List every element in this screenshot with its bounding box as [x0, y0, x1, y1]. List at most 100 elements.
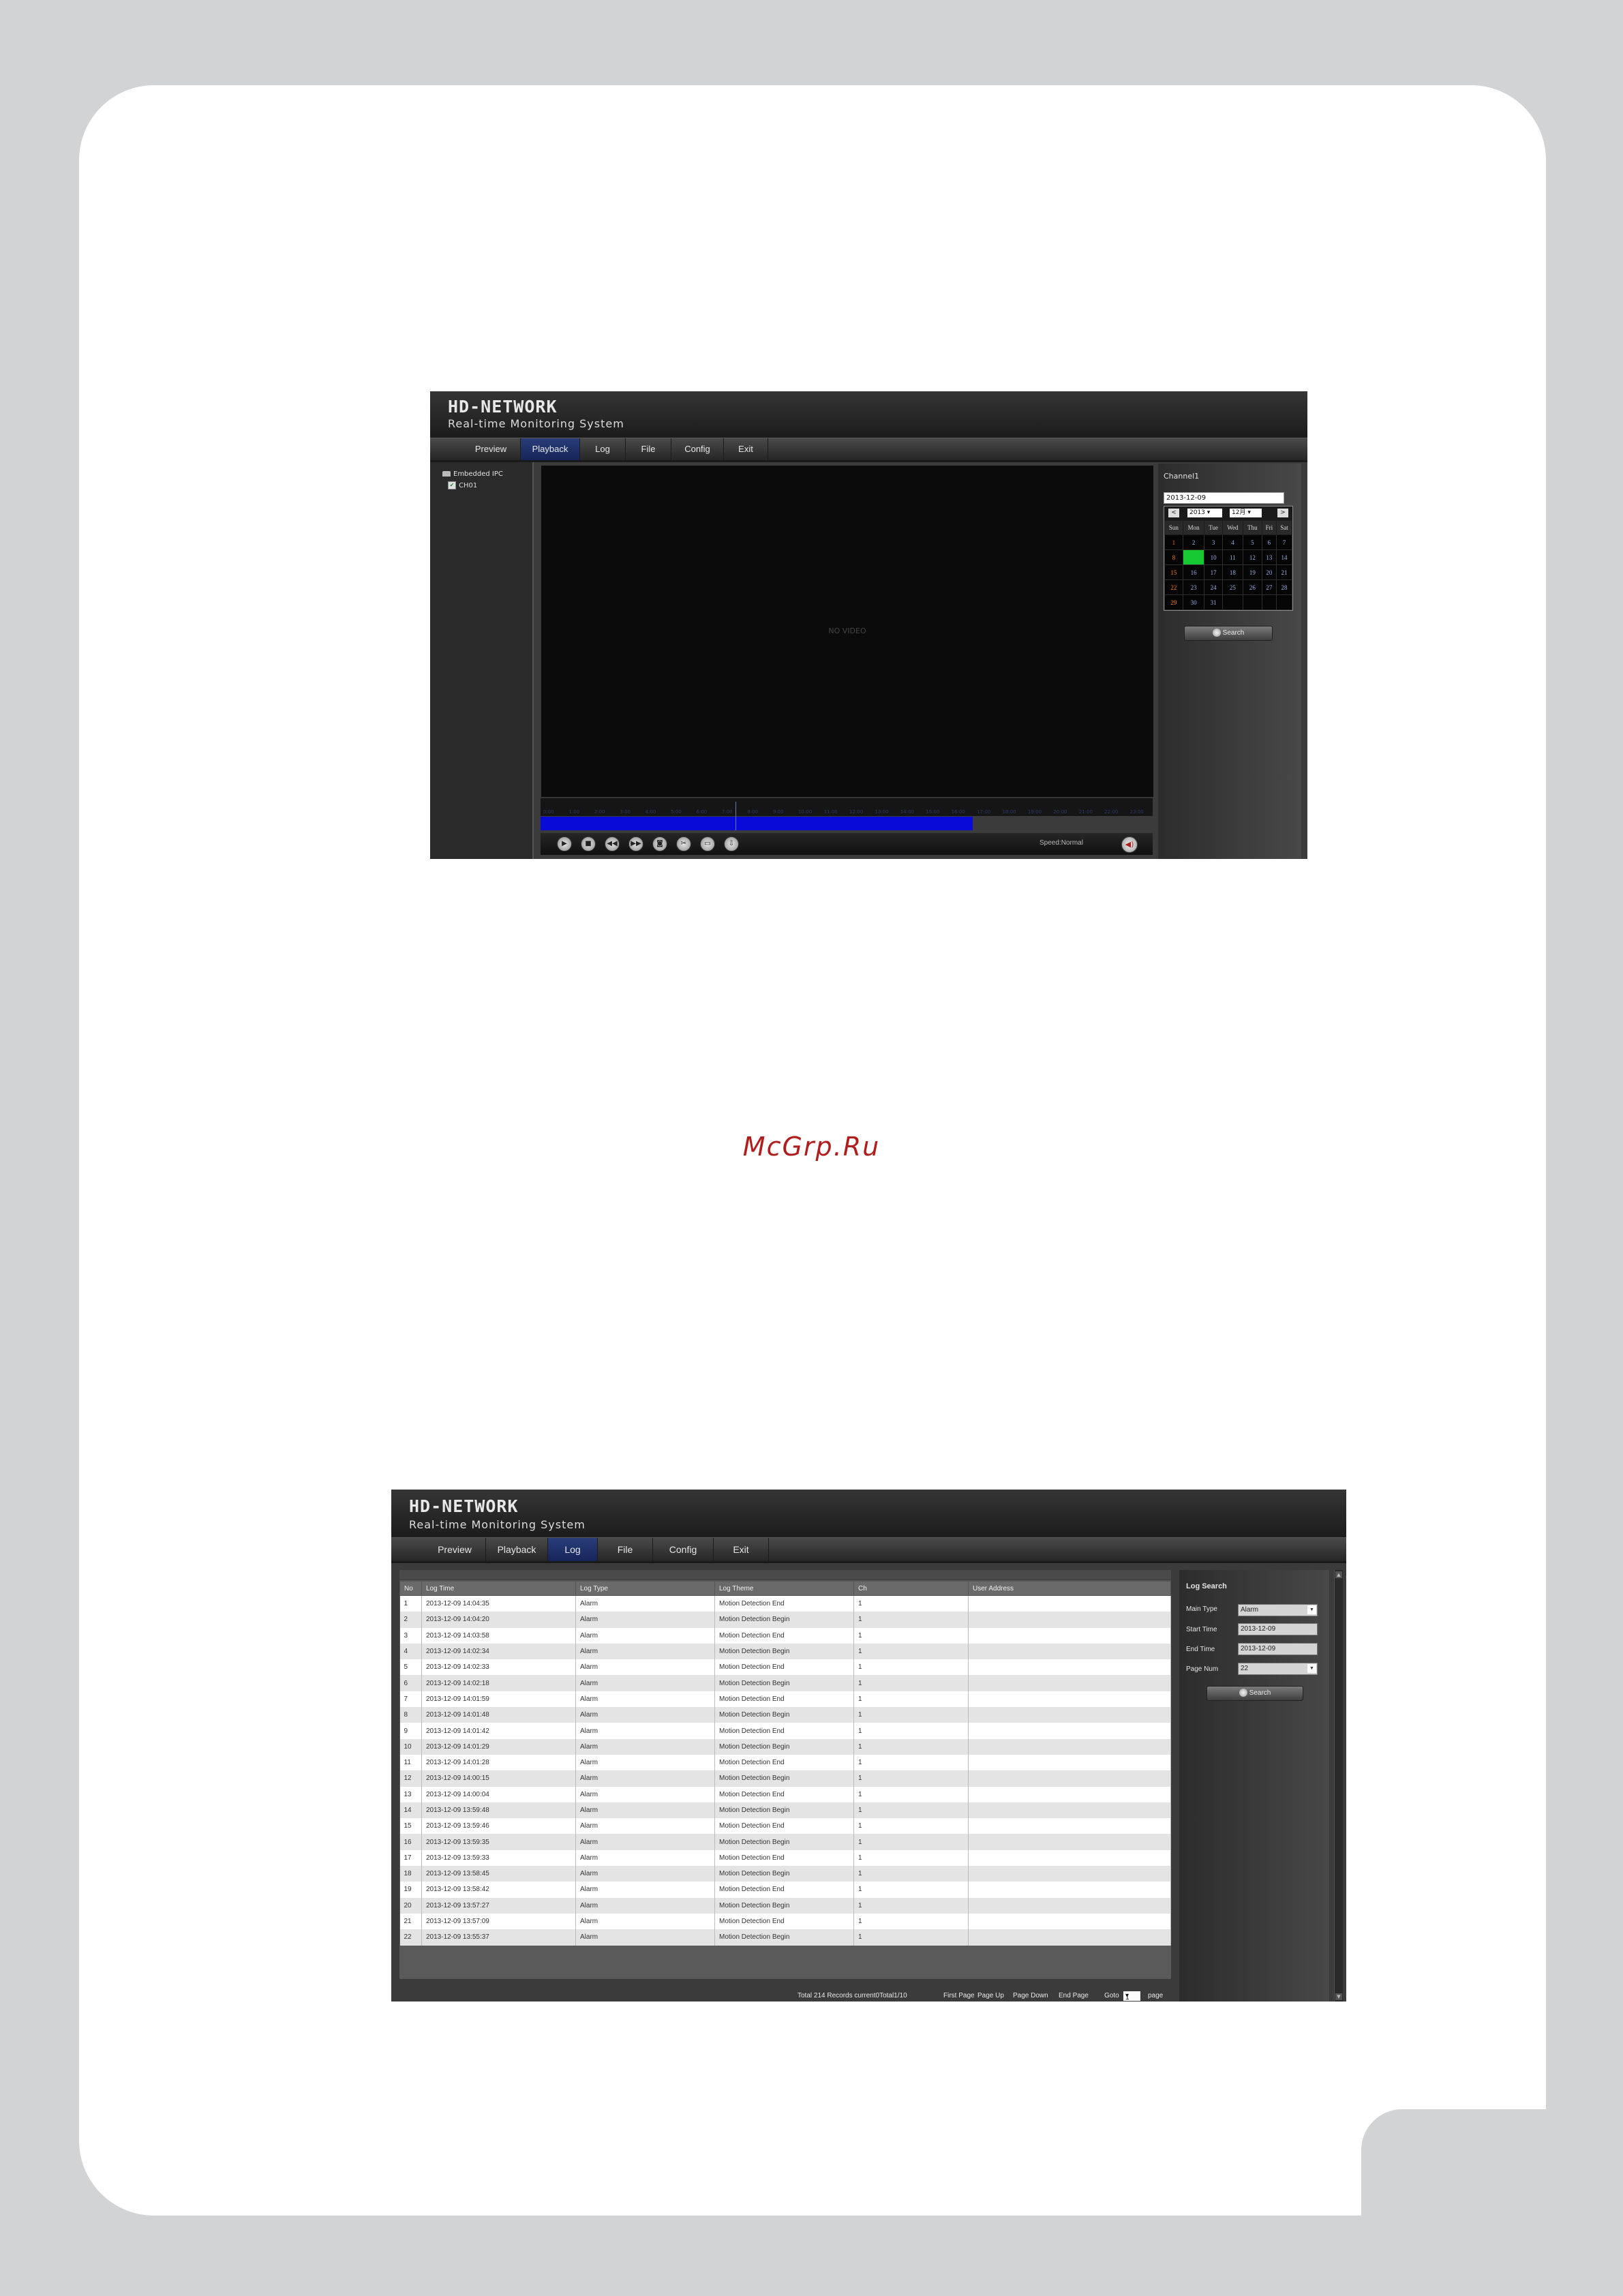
tab-log[interactable]: Log: [580, 438, 626, 460]
year-select[interactable]: 2013 ▾: [1187, 509, 1222, 517]
calendar-day[interactable]: 2: [1182, 534, 1205, 550]
recording-bar[interactable]: [541, 802, 973, 830]
rewind-icon[interactable]: ◀◀: [605, 836, 620, 851]
goto-select[interactable]: 1 ▾: [1123, 1991, 1140, 2002]
main-type-select[interactable]: Alarm ▼: [1238, 1604, 1318, 1616]
calendar-day[interactable]: 21: [1276, 564, 1292, 580]
table-row[interactable]: 20 2013-12-09 13:57:27 Alarm Motion Detecti…: [399, 1897, 1171, 1914]
prev-month-button[interactable]: <: [1168, 509, 1179, 517]
download-icon[interactable]: ⇩: [724, 836, 739, 851]
tab-config[interactable]: Config: [653, 1538, 714, 1561]
tab-preview[interactable]: Preview: [424, 1538, 486, 1561]
column-header[interactable]: Log Type: [575, 1581, 715, 1596]
volume-icon[interactable]: ◀): [1121, 836, 1138, 853]
page-up-link[interactable]: Page Up: [977, 1992, 1004, 1999]
table-row[interactable]: 11 2013-12-09 14:01:28 Alarm Motion Detecti…: [399, 1754, 1171, 1771]
timeline-scale[interactable]: 0:00 1:00 2:00 3:00 4:00 5:00 6:00 7:00 8:00 9:00…: [541, 798, 1153, 816]
column-header[interactable]: Ch: [853, 1581, 969, 1596]
timeline-cursor[interactable]: [735, 802, 736, 830]
calendar-day[interactable]: 16: [1182, 564, 1205, 580]
table-row[interactable]: 10 2013-12-09 14:01:29 Alarm Motion Detecti…: [399, 1738, 1171, 1755]
calendar-day[interactable]: 26: [1243, 579, 1262, 595]
column-header[interactable]: Log Theme: [714, 1581, 854, 1596]
page-num-select[interactable]: 22 ▼: [1238, 1663, 1318, 1675]
scroll-down-icon[interactable]: ▼: [1335, 1993, 1342, 2000]
calendar-day[interactable]: 8: [1164, 549, 1183, 565]
column-header[interactable]: User Address: [968, 1581, 1171, 1596]
calendar-day[interactable]: 12: [1243, 549, 1262, 565]
table-row[interactable]: 8 2013-12-09 14:01:48 Alarm Motion Detectio…: [399, 1707, 1171, 1723]
table-row[interactable]: 3 2013-12-09 14:03:58 Alarm Motion Detectio…: [399, 1627, 1171, 1644]
table-row[interactable]: 18 2013-12-09 13:58:45 Alarm Motion Detecti…: [399, 1866, 1171, 1882]
calendar-day[interactable]: 23: [1182, 579, 1205, 595]
table-row[interactable]: 15 2013-12-09 13:59:46 Alarm Motion Detecti…: [399, 1818, 1171, 1834]
tab-file[interactable]: File: [626, 438, 671, 460]
column-header[interactable]: No: [399, 1581, 422, 1596]
calendar-day[interactable]: 25: [1222, 579, 1244, 595]
tab-playback[interactable]: Playback: [486, 1538, 548, 1561]
next-month-button[interactable]: >: [1277, 509, 1288, 517]
table-row[interactable]: 2 2013-12-09 14:04:20 Alarm Motion Detectio…: [399, 1612, 1171, 1628]
end-time-field[interactable]: 2013-12-09: [1238, 1643, 1318, 1655]
tree-root[interactable]: Embedded IPC: [442, 470, 503, 478]
fast-forward-icon[interactable]: ▶▶: [628, 836, 643, 851]
tab-exit[interactable]: Exit: [724, 438, 768, 460]
stop-icon[interactable]: ■: [581, 836, 596, 851]
tab-playback[interactable]: Playback: [521, 438, 580, 460]
scroll-up-icon[interactable]: ▲: [1335, 1571, 1342, 1578]
log-search-button[interactable]: Search: [1207, 1686, 1303, 1701]
calendar-day[interactable]: 20: [1261, 564, 1277, 580]
calendar-day[interactable]: 10: [1204, 549, 1223, 565]
search-button[interactable]: Search: [1184, 626, 1273, 641]
calendar-day[interactable]: 7: [1276, 534, 1292, 550]
calendar-day[interactable]: 17: [1204, 564, 1223, 580]
calendar-day[interactable]: 24: [1204, 579, 1223, 595]
table-row[interactable]: 13 2013-12-09 14:00:04 Alarm Motion Detecti…: [399, 1786, 1171, 1802]
table-row[interactable]: 14 2013-12-09 13:59:48 Alarm Motion Detecti…: [399, 1802, 1171, 1819]
calendar-day[interactable]: 1: [1164, 534, 1183, 550]
calendar-day[interactable]: 15: [1164, 564, 1183, 580]
calendar-day[interactable]: 13: [1261, 549, 1277, 565]
frame-icon[interactable]: ▭: [700, 836, 715, 851]
calendar-day[interactable]: 11: [1222, 549, 1244, 565]
calendar-day[interactable]: 28: [1276, 579, 1292, 595]
calendar-day[interactable]: 22: [1164, 579, 1183, 595]
calendar-day[interactable]: 31: [1204, 594, 1223, 610]
first-page-link[interactable]: First Page: [943, 1992, 975, 1999]
date-field[interactable]: 2013-12-09: [1164, 492, 1284, 504]
table-row[interactable]: 17 2013-12-09 13:59:33 Alarm Motion Detecti…: [399, 1849, 1171, 1867]
table-row[interactable]: 16 2013-12-09 13:59:35 Alarm Motion Detecti…: [399, 1834, 1171, 1850]
calendar-day[interactable]: 5: [1243, 534, 1262, 550]
video-viewport[interactable]: NO VIDEO: [541, 465, 1154, 798]
tab-config[interactable]: Config: [671, 438, 724, 460]
tab-file[interactable]: File: [598, 1538, 653, 1561]
vertical-scrollbar[interactable]: ▲ ▼: [1334, 1570, 1343, 2002]
table-row[interactable]: 21 2013-12-09 13:57:09 Alarm Motion Detecti…: [399, 1913, 1171, 1930]
table-row[interactable]: 6 2013-12-09 14:02:18 Alarm Motion Detectio…: [399, 1675, 1171, 1691]
table-row[interactable]: 4 2013-12-09 14:02:34 Alarm Motion Detectio…: [399, 1643, 1171, 1660]
end-page-link[interactable]: End Page: [1059, 1992, 1089, 1999]
table-row[interactable]: 7 2013-12-09 14:01:59 Alarm Motion Detectio…: [399, 1691, 1171, 1708]
calendar-day[interactable]: 19: [1243, 564, 1262, 580]
calendar-day[interactable]: 27: [1261, 579, 1277, 595]
table-row[interactable]: 22 2013-12-09 13:55:37 Alarm Motion Detecti…: [399, 1929, 1171, 1946]
calendar-day[interactable]: 18: [1222, 564, 1244, 580]
channel-checkbox[interactable]: ✔: [448, 481, 456, 489]
calendar-day[interactable]: 30: [1182, 594, 1205, 610]
tab-preview[interactable]: Preview: [461, 438, 521, 460]
calendar-day[interactable]: 14: [1276, 549, 1292, 565]
table-row[interactable]: 5 2013-12-09 14:02:33 Alarm Motion Detectio…: [399, 1659, 1171, 1676]
table-row[interactable]: 12 2013-12-09 14:00:15 Alarm Motion Detecti…: [399, 1770, 1171, 1787]
clip-icon[interactable]: ✂: [676, 836, 691, 851]
tab-log[interactable]: Log: [548, 1538, 598, 1561]
column-header[interactable]: Log Time: [421, 1581, 576, 1596]
calendar-day[interactable]: 9: [1182, 549, 1205, 565]
start-time-field[interactable]: 2013-12-09: [1238, 1623, 1318, 1635]
month-select[interactable]: 12月 ▾: [1230, 509, 1262, 517]
tree-channel[interactable]: ✔ CH01: [448, 481, 477, 489]
calendar-day[interactable]: 6: [1261, 534, 1277, 550]
calendar-day[interactable]: 3: [1204, 534, 1223, 550]
tab-exit[interactable]: Exit: [714, 1538, 769, 1561]
table-row[interactable]: 9 2013-12-09 14:01:42 Alarm Motion Detectio…: [399, 1723, 1171, 1739]
table-row[interactable]: 1 2013-12-09 14:04:35 Alarm Motion Detectio…: [399, 1595, 1171, 1612]
